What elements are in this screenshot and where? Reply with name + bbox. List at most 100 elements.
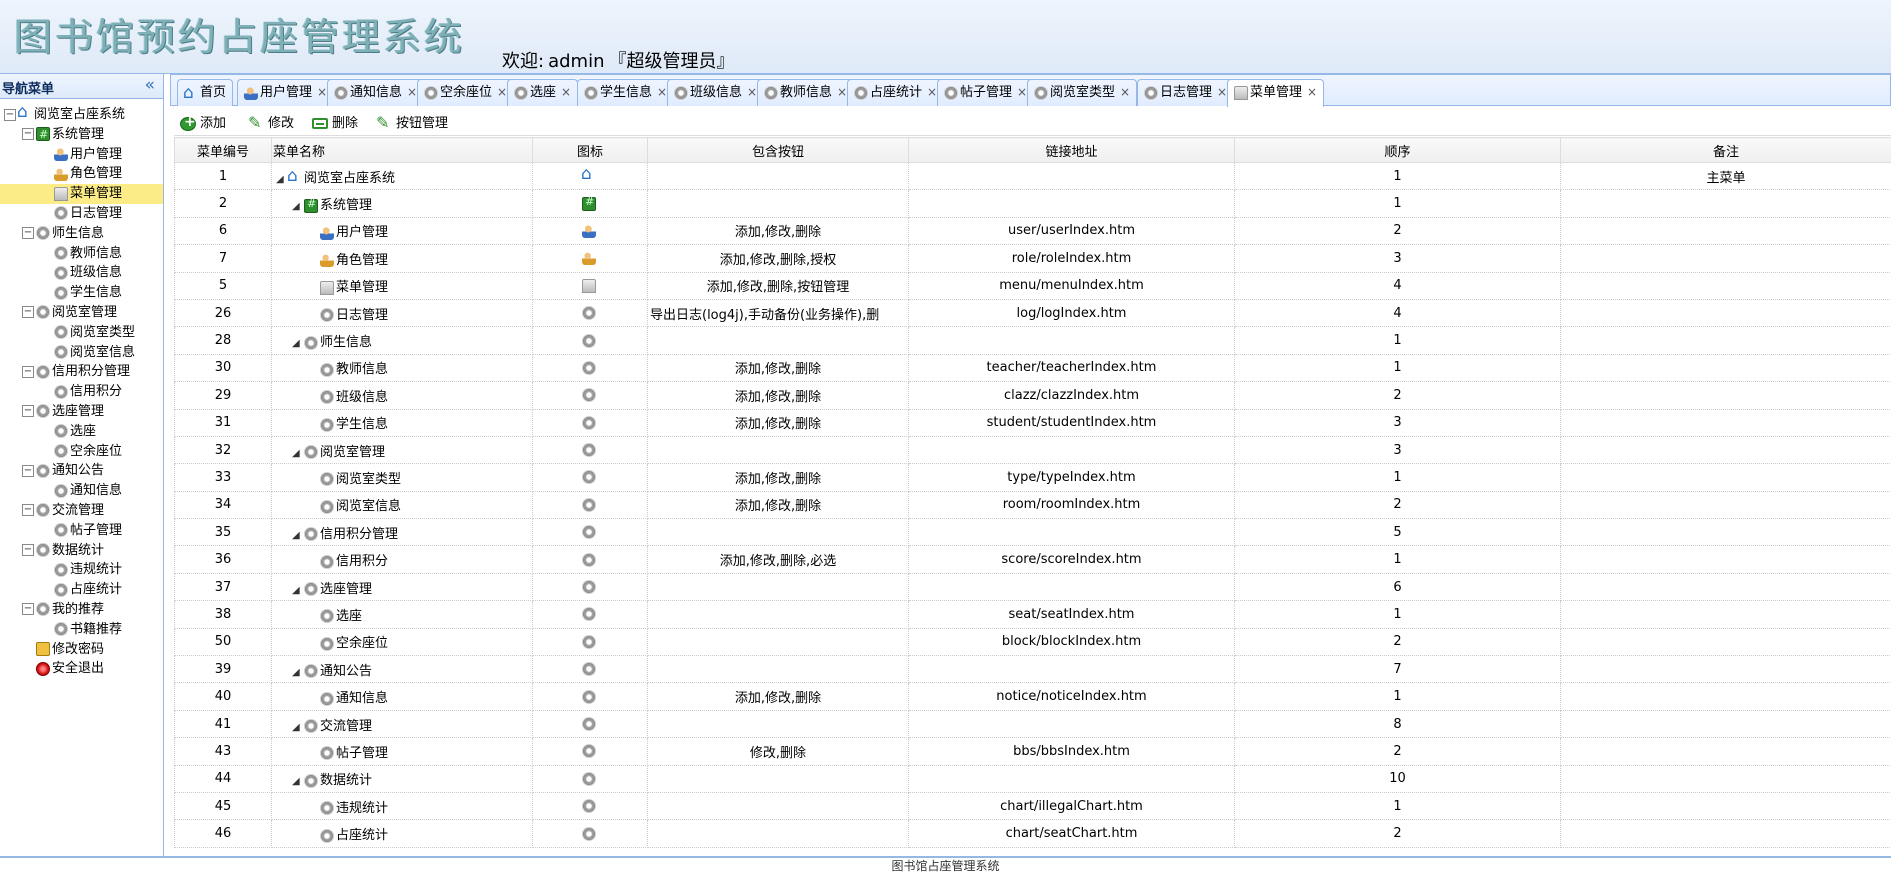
expand-icon[interactable]: ◢ — [292, 338, 304, 349]
tab-close-icon[interactable]: × — [1217, 85, 1227, 99]
tab[interactable]: 菜单管理× — [1227, 79, 1324, 107]
nav-item[interactable]: 教师信息 — [0, 244, 163, 264]
tree-toggle-icon[interactable]: − — [22, 544, 34, 556]
tab-close-icon[interactable]: × — [407, 85, 417, 99]
table-row[interactable]: 50空余座位block/blockIndex.htm2 — [175, 628, 1891, 655]
table-row[interactable]: 34阅览室信息添加,修改,删除room/roomIndex.htm2 — [175, 491, 1891, 518]
delete-button[interactable]: 删除 — [312, 112, 358, 131]
tab-close-icon[interactable]: × — [317, 85, 327, 99]
tree-toggle-icon[interactable]: − — [22, 603, 34, 615]
tab[interactable]: 班级信息× — [667, 79, 764, 106]
table-row[interactable]: 5菜单管理添加,修改,删除,按钮管理menu/menuIndex.htm4 — [175, 272, 1891, 299]
tree-toggle-icon[interactable]: − — [22, 465, 34, 477]
nav-item[interactable]: 日志管理 — [0, 204, 163, 224]
tab-close-icon[interactable]: × — [747, 85, 757, 99]
table-row[interactable]: 41◢交流管理8 — [175, 710, 1891, 737]
nav-item[interactable]: 用户管理 — [0, 145, 163, 165]
column-header[interactable]: 菜单编号 — [175, 138, 272, 163]
tab[interactable]: 学生信息× — [577, 79, 674, 106]
nav-item[interactable]: −我的推荐 — [0, 600, 163, 620]
table-row[interactable]: 44◢数据统计10 — [175, 765, 1891, 792]
nav-item[interactable]: −师生信息 — [0, 224, 163, 244]
table-row[interactable]: 46占座统计chart/seatChart.htm2 — [175, 820, 1891, 847]
nav-item[interactable]: 通知信息 — [0, 481, 163, 501]
table-row[interactable]: 6用户管理添加,修改,删除user/userIndex.htm2 — [175, 217, 1891, 244]
tab[interactable]: 占座统计× — [847, 79, 944, 106]
nav-item[interactable]: 班级信息 — [0, 263, 163, 283]
expand-icon[interactable]: ◢ — [292, 667, 304, 678]
tab[interactable]: 选座× — [507, 79, 578, 106]
table-row[interactable]: 30教师信息添加,修改,删除teacher/teacherIndex.htm1 — [175, 354, 1891, 381]
table-row[interactable]: 28◢师生信息1 — [175, 327, 1891, 354]
column-header[interactable]: 备注 — [1561, 138, 1891, 163]
nav-item[interactable]: 修改密码 — [0, 640, 163, 660]
nav-item[interactable]: −选座管理 — [0, 402, 163, 422]
column-header[interactable]: 菜单名称 — [272, 138, 533, 163]
nav-item[interactable]: 空余座位 — [0, 442, 163, 462]
table-row[interactable]: 31学生信息添加,修改,删除student/studentIndex.htm3 — [175, 409, 1891, 436]
tree-toggle-icon[interactable]: − — [22, 366, 34, 378]
nav-item[interactable]: 占座统计 — [0, 580, 163, 600]
nav-item[interactable]: −阅览室管理 — [0, 303, 163, 323]
table-row[interactable]: 33阅览室类型添加,修改,删除type/typeIndex.htm1 — [175, 464, 1891, 491]
table-row[interactable]: 2◢系统管理1 — [175, 190, 1891, 217]
nav-item[interactable]: 阅览室类型 — [0, 323, 163, 343]
column-header[interactable]: 顺序 — [1235, 138, 1561, 163]
tab[interactable]: 通知信息× — [327, 79, 424, 106]
tree-toggle-icon[interactable]: − — [22, 227, 34, 239]
nav-item[interactable]: −系统管理 — [0, 125, 163, 145]
tab-close-icon[interactable]: × — [561, 85, 571, 99]
table-row[interactable]: 37◢选座管理6 — [175, 573, 1891, 600]
tab-close-icon[interactable]: × — [1017, 85, 1027, 99]
nav-item[interactable]: 安全退出 — [0, 659, 163, 679]
expand-icon[interactable]: ◢ — [292, 530, 304, 541]
add-button[interactable]: 添加 — [180, 112, 226, 131]
tree-toggle-icon[interactable]: − — [22, 504, 34, 516]
table-row[interactable]: 35◢信用积分管理5 — [175, 519, 1891, 546]
nav-item[interactable]: −通知公告 — [0, 461, 163, 481]
nav-item[interactable]: −数据统计 — [0, 541, 163, 561]
nav-item[interactable]: 菜单管理 — [0, 184, 163, 204]
nav-item[interactable]: −阅览室占座系统 — [0, 105, 163, 125]
table-row[interactable]: 45违规统计chart/illegalChart.htm1 — [175, 792, 1891, 819]
tab-close-icon[interactable]: × — [837, 85, 847, 99]
nav-item[interactable]: 角色管理 — [0, 164, 163, 184]
tab-close-icon[interactable]: × — [927, 85, 937, 99]
button-manage-button[interactable]: 按钮管理 — [376, 112, 448, 131]
tab-close-icon[interactable]: × — [1120, 85, 1130, 99]
nav-item[interactable]: −信用积分管理 — [0, 362, 163, 382]
table-row[interactable]: 36信用积分添加,修改,删除,必选score/scoreIndex.htm1 — [175, 546, 1891, 573]
tab[interactable]: 日志管理× — [1137, 79, 1234, 106]
tab-close-icon[interactable]: × — [657, 85, 667, 99]
nav-item[interactable]: 书籍推荐 — [0, 620, 163, 640]
tab[interactable]: 教师信息× — [757, 79, 854, 106]
table-row[interactable]: 7角色管理添加,修改,删除,授权role/roleIndex.htm3 — [175, 245, 1891, 272]
nav-item[interactable]: −交流管理 — [0, 501, 163, 521]
column-header[interactable]: 包含按钮 — [648, 138, 909, 163]
tab[interactable]: 帖子管理× — [937, 79, 1034, 106]
expand-icon[interactable]: ◢ — [292, 201, 304, 212]
expand-icon[interactable]: ◢ — [292, 585, 304, 596]
tab-close-icon[interactable]: × — [1307, 85, 1317, 99]
tab[interactable]: 阅览室类型× — [1027, 79, 1137, 106]
table-row[interactable]: 1◢阅览室占座系统1主菜单 — [175, 163, 1891, 190]
table-row[interactable]: 38选座seat/seatIndex.htm1 — [175, 601, 1891, 628]
tree-toggle-icon[interactable]: − — [4, 109, 16, 121]
table-row[interactable]: 43帖子管理修改,删除bbs/bbsIndex.htm2 — [175, 738, 1891, 765]
table-row[interactable]: 39◢通知公告7 — [175, 656, 1891, 683]
nav-item[interactable]: 阅览室信息 — [0, 343, 163, 363]
table-row[interactable]: 29班级信息添加,修改,删除clazz/clazzIndex.htm2 — [175, 382, 1891, 409]
expand-icon[interactable]: ◢ — [292, 722, 304, 733]
column-header[interactable]: 链接地址 — [909, 138, 1235, 163]
tree-toggle-icon[interactable]: − — [22, 405, 34, 417]
nav-item[interactable]: 违规统计 — [0, 560, 163, 580]
edit-button[interactable]: 修改 — [248, 112, 294, 131]
collapse-icon[interactable]: « — [145, 75, 155, 95]
column-header[interactable]: 图标 — [533, 138, 648, 163]
nav-item[interactable]: 选座 — [0, 422, 163, 442]
tab-close-icon[interactable]: × — [497, 85, 507, 99]
tree-toggle-icon[interactable]: − — [22, 128, 34, 140]
tab[interactable]: 首页 — [177, 79, 233, 106]
tab[interactable]: 空余座位× — [417, 79, 514, 106]
table-row[interactable]: 40通知信息添加,修改,删除notice/noticeIndex.htm1 — [175, 683, 1891, 710]
